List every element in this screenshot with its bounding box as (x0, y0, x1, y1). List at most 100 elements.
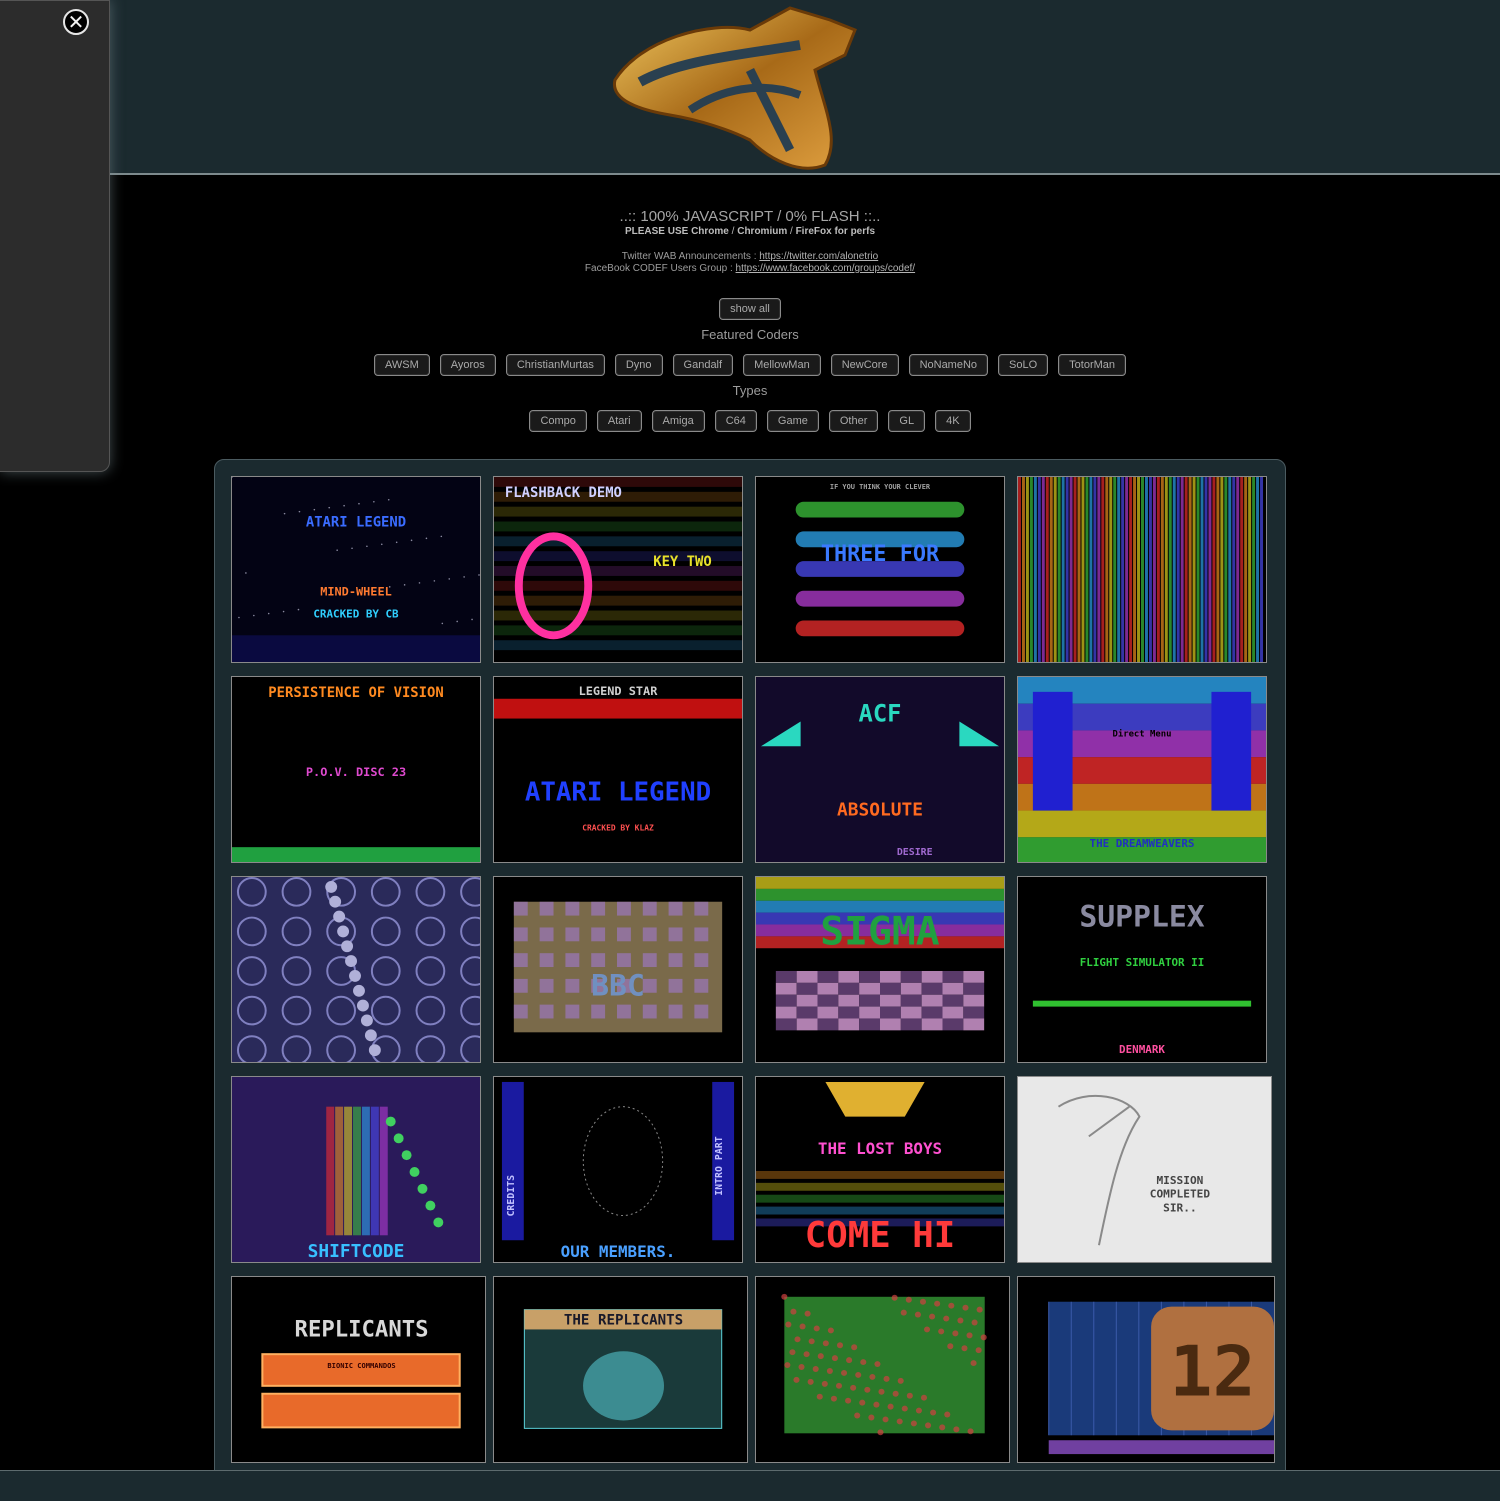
type-button-4k[interactable]: 4K (935, 410, 971, 432)
twitter-link[interactable]: https://twitter.com/alonetrio (759, 251, 878, 262)
show-all-row: show all (0, 298, 1500, 320)
demo-thumb-lost-boys[interactable]: THE LOST BOYS COME HI (755, 1076, 1005, 1263)
demo-thumb-shiftcode[interactable]: SHIFTCODE (231, 1076, 481, 1263)
tile-title: OUR MEMBERS. (561, 1242, 676, 1261)
type-button-amiga[interactable]: Amiga (651, 410, 705, 432)
tile-subtitle: IF YOU THINK YOUR CLEVER (830, 483, 931, 491)
demo-thumb-persistence-of-vision[interactable]: PERSISTENCE OF VISION P.O.V. DISC 23 (231, 676, 481, 863)
tile-credit: DENMARK (1119, 1043, 1165, 1056)
tile-credit: DESIRE (897, 847, 933, 858)
tile-credit: SIR.. (1163, 1202, 1196, 1215)
tile-credit: CRACKED BY CB (313, 607, 399, 620)
browser-chromium: Chromium (737, 226, 788, 237)
demo-screenshot: OUR MEMBERS. CREDITS INTRO PART (494, 1077, 742, 1262)
tile-subtitle: COMPLETED (1150, 1188, 1211, 1201)
demo-thumb-replicants-bionic[interactable]: REPLICANTS BIONIC COMMANDOS (231, 1276, 486, 1463)
demo-screenshot: 12 (1018, 1277, 1274, 1462)
facebook-line: FaceBook CODEF Users Group : https://www… (0, 263, 1500, 274)
tile-title: SUPPLEX (1079, 900, 1204, 935)
demo-screenshot: LEGEND STAR ATARI LEGEND CRACKED BY KLAZ (494, 677, 742, 862)
demo-screenshot: BBC (494, 877, 742, 1062)
separator: / (787, 226, 796, 237)
demo-screenshot (232, 877, 480, 1062)
demo-screenshot: MISSIONCOMPLETEDSIR.. (1018, 1077, 1271, 1262)
type-button-gl[interactable]: GL (888, 410, 926, 432)
tile-subtitle: P.O.V. DISC 23 (306, 765, 406, 779)
demo-thumb-three-for-motion[interactable]: THREE FOR IF YOU THINK YOUR CLEVER (755, 476, 1005, 663)
tile-title: FLASHBACK DEMO (505, 485, 622, 501)
tile-subtitle: KEY TWO (653, 554, 712, 570)
coder-button-newcore[interactable]: NewCore (830, 354, 899, 376)
tile-subtitle: CREDITS (506, 1175, 517, 1217)
type-button-other[interactable]: Other (828, 410, 879, 432)
tile-title: BBC (591, 969, 645, 1004)
coder-button-gandalf[interactable]: Gandalf (672, 354, 734, 376)
site-header (0, 0, 1500, 175)
coder-filter-row: AWSM Ayoros ChristianMurtas Dyno Gandalf Mell… (0, 354, 1500, 376)
footer-bar (0, 1470, 1500, 1501)
tile-title: SHIFTCODE (308, 1241, 405, 1262)
demo-screenshot: SIGMA (756, 877, 1004, 1062)
demo-thumb-green-field[interactable] (755, 1276, 1010, 1463)
browser-note: PLEASE USE Chrome / Chromium / FireFox f… (0, 226, 1500, 237)
demo-screenshot: ATARI LEGEND MIND-WHEEL CRACKED BY CB (232, 477, 480, 662)
tile-subtitle: Direct Menu (1112, 728, 1171, 739)
featured-coders-heading: Featured Coders (701, 327, 799, 342)
tile-title: ACF (859, 700, 902, 728)
coder-button-nonameno[interactable]: NoNameNo (908, 354, 989, 376)
tile-title: ATARI LEGEND (306, 514, 406, 530)
type-button-atari[interactable]: Atari (596, 410, 642, 432)
type-button-compo[interactable]: Compo (529, 410, 587, 432)
coder-button-totorman[interactable]: TotorMan (1058, 354, 1127, 376)
tile-subtitle: FLIGHT SIMULATOR II (1080, 956, 1205, 969)
browser-chrome: PLEASE USE Chrome (624, 226, 729, 237)
demo-thumb-supplex[interactable]: SUPPLEX FLIGHT SIMULATOR II DENMARK (1017, 876, 1267, 1063)
coder-button-christianmurtas[interactable]: ChristianMurtas (505, 354, 605, 376)
coder-button-mellowman[interactable]: MellowMan (743, 354, 821, 376)
tile-title: REPLICANTS (295, 1318, 429, 1343)
demo-thumb-dreamweavers[interactable]: Direct Menu THE DREAMWEAVERS (1017, 676, 1267, 863)
type-button-c64[interactable]: C64 (714, 410, 757, 432)
tile-title: THREE FOR (821, 542, 940, 567)
demo-screenshot: FLASHBACK DEMO KEY TWO (494, 477, 742, 662)
tile-title: 12 (1169, 1332, 1255, 1413)
demo-thumb-mission-completed[interactable]: MISSION COMPLETED SIR.. (1017, 1076, 1272, 1263)
tile-subtitle: COME HI (805, 1215, 955, 1256)
type-button-game[interactable]: Game (766, 410, 819, 432)
demo-thumb-bubbles[interactable] (231, 876, 481, 1063)
demo-screenshot: Direct Menu THE DREAMWEAVERS (1018, 677, 1266, 862)
demo-thumb-sigma[interactable]: SIGMA (755, 876, 1005, 1063)
tile-subtitle: ATARI LEGEND (525, 778, 711, 808)
tile-subtitle: MIND-WHEEL (320, 585, 392, 599)
demo-screenshot: PERSISTENCE OF VISION P.O.V. DISC 23 (232, 677, 480, 862)
close-circle-icon[interactable]: ✕ (63, 9, 89, 35)
demo-screenshot: REPLICANTS BIONIC COMMANDOS (232, 1277, 485, 1462)
demo-thumb-vertical-bars[interactable] (1017, 476, 1267, 663)
coder-button-solo[interactable]: SoLO (998, 354, 1049, 376)
demo-thumb-acf-absolute[interactable]: ACF ABSOLUTE DESIRE (755, 676, 1005, 863)
coder-button-dyno[interactable]: Dyno (614, 354, 663, 376)
demo-gallery: ATARI LEGEND MIND-WHEEL CRACKED BY CB FLASH… (214, 459, 1286, 1491)
show-all-button[interactable]: show all (719, 298, 781, 320)
demo-screenshot: THE LOST BOYS COME HI (756, 1077, 1004, 1262)
facebook-link[interactable]: https://www.facebook.com/groups/codef/ (736, 263, 916, 274)
facebook-label: FaceBook CODEF Users Group : (584, 263, 736, 274)
tile-title: SIGMA (820, 908, 940, 954)
demo-thumb-flashback-demo[interactable]: FLASHBACK DEMO KEY TWO (493, 476, 743, 663)
coder-button-ayoros[interactable]: Ayoros (439, 354, 496, 376)
coder-button-awsm[interactable]: AWSM (373, 354, 430, 376)
demo-screenshot: SHIFTCODE (232, 1077, 480, 1262)
site-logo (613, 6, 857, 170)
demo-thumb-our-members[interactable]: OUR MEMBERS. CREDITS INTRO PART (493, 1076, 743, 1263)
separator: / (728, 226, 738, 237)
demo-thumb-twelve[interactable]: 12 (1017, 1276, 1275, 1463)
demo-thumb-the-replicants[interactable]: THE REPLICANTS (493, 1276, 748, 1463)
types-heading: Types (732, 383, 768, 398)
demo-thumb-legend-star[interactable]: LEGEND STAR ATARI LEGEND CRACKED BY KLAZ (493, 676, 743, 863)
demo-screenshot (1018, 477, 1264, 662)
demo-thumb-bbc[interactable]: BBC (493, 876, 743, 1063)
tile-title: LEGEND STAR (579, 684, 659, 698)
demo-thumb-atari-legend[interactable]: ATARI LEGEND MIND-WHEEL CRACKED BY CB (231, 476, 481, 663)
headline: ..:: 100% JAVASCRIPT / 0% FLASH ::.. (619, 208, 881, 225)
tile-credit: INTRO PART (714, 1136, 725, 1196)
